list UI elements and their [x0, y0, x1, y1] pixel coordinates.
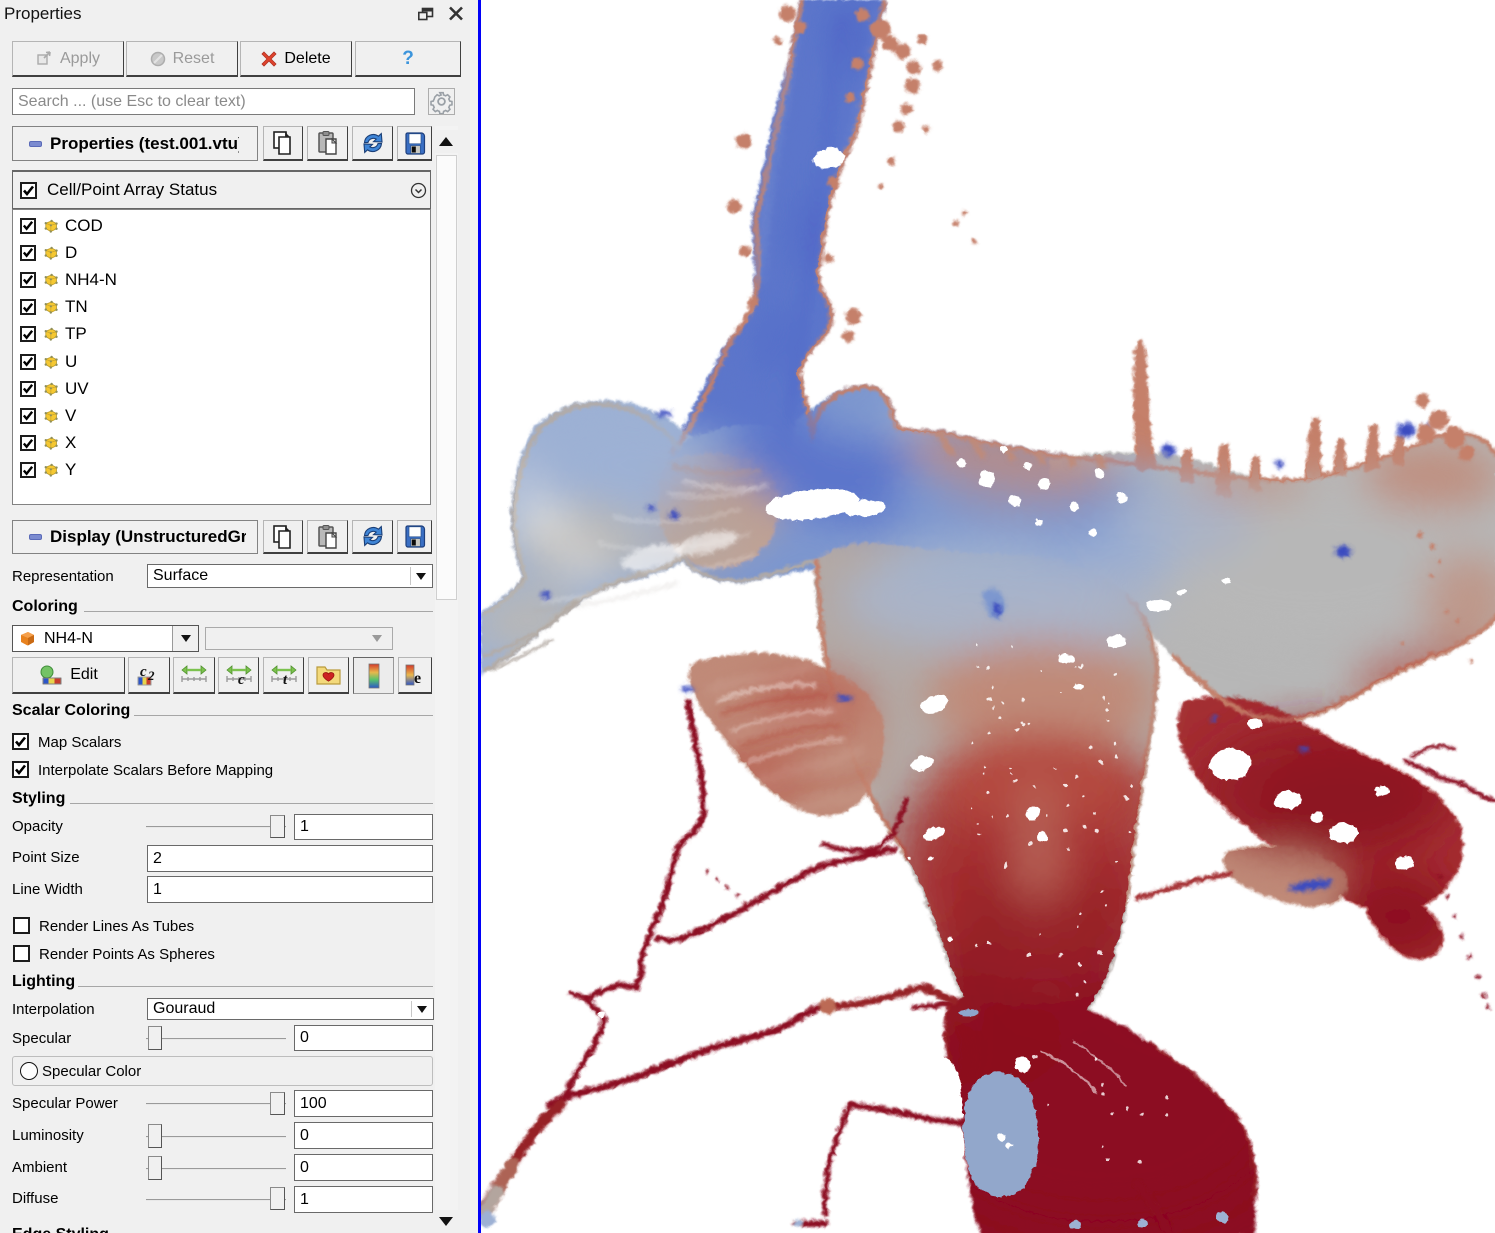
svg-text:2: 2 [147, 668, 155, 683]
svg-text:t: t [283, 672, 288, 688]
svg-text:e: e [414, 670, 421, 687]
svg-text:c: c [140, 664, 147, 680]
svg-text:c: c [238, 672, 245, 688]
